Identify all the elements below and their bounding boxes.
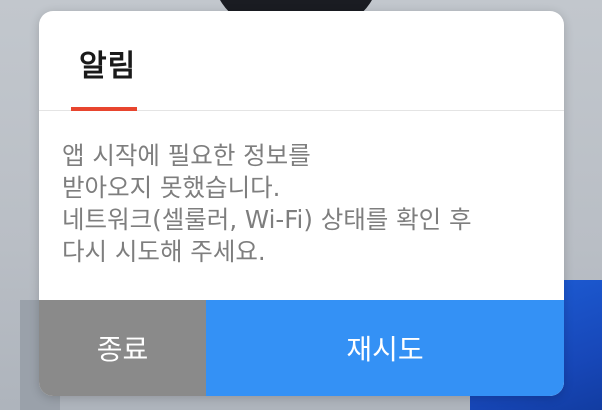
exit-button[interactable]: 종료 <box>39 300 206 396</box>
retry-button[interactable]: 재시도 <box>206 300 564 396</box>
dialog-button-row: 종료 재시도 <box>39 300 564 396</box>
dialog-message: 앱 시작에 필요한 정보를 받아오지 못했습니다. 네트워크(셀룰러, Wi-F… <box>62 140 542 268</box>
dialog-header: 알림 <box>39 11 564 111</box>
message-line: 받아오지 못했습니다. <box>62 173 281 202</box>
message-line: 다시 시도해 주세요. <box>62 237 266 266</box>
dialog-title: 알림 <box>79 49 137 84</box>
alert-dialog: 알림 앱 시작에 필요한 정보를 받아오지 못했습니다. 네트워크(셀룰러, W… <box>39 11 564 396</box>
message-line: 앱 시작에 필요한 정보를 <box>62 141 311 170</box>
title-underline <box>71 107 137 111</box>
message-line: 네트워크(셀룰러, Wi-Fi) 상태를 확인 후 <box>62 205 472 234</box>
